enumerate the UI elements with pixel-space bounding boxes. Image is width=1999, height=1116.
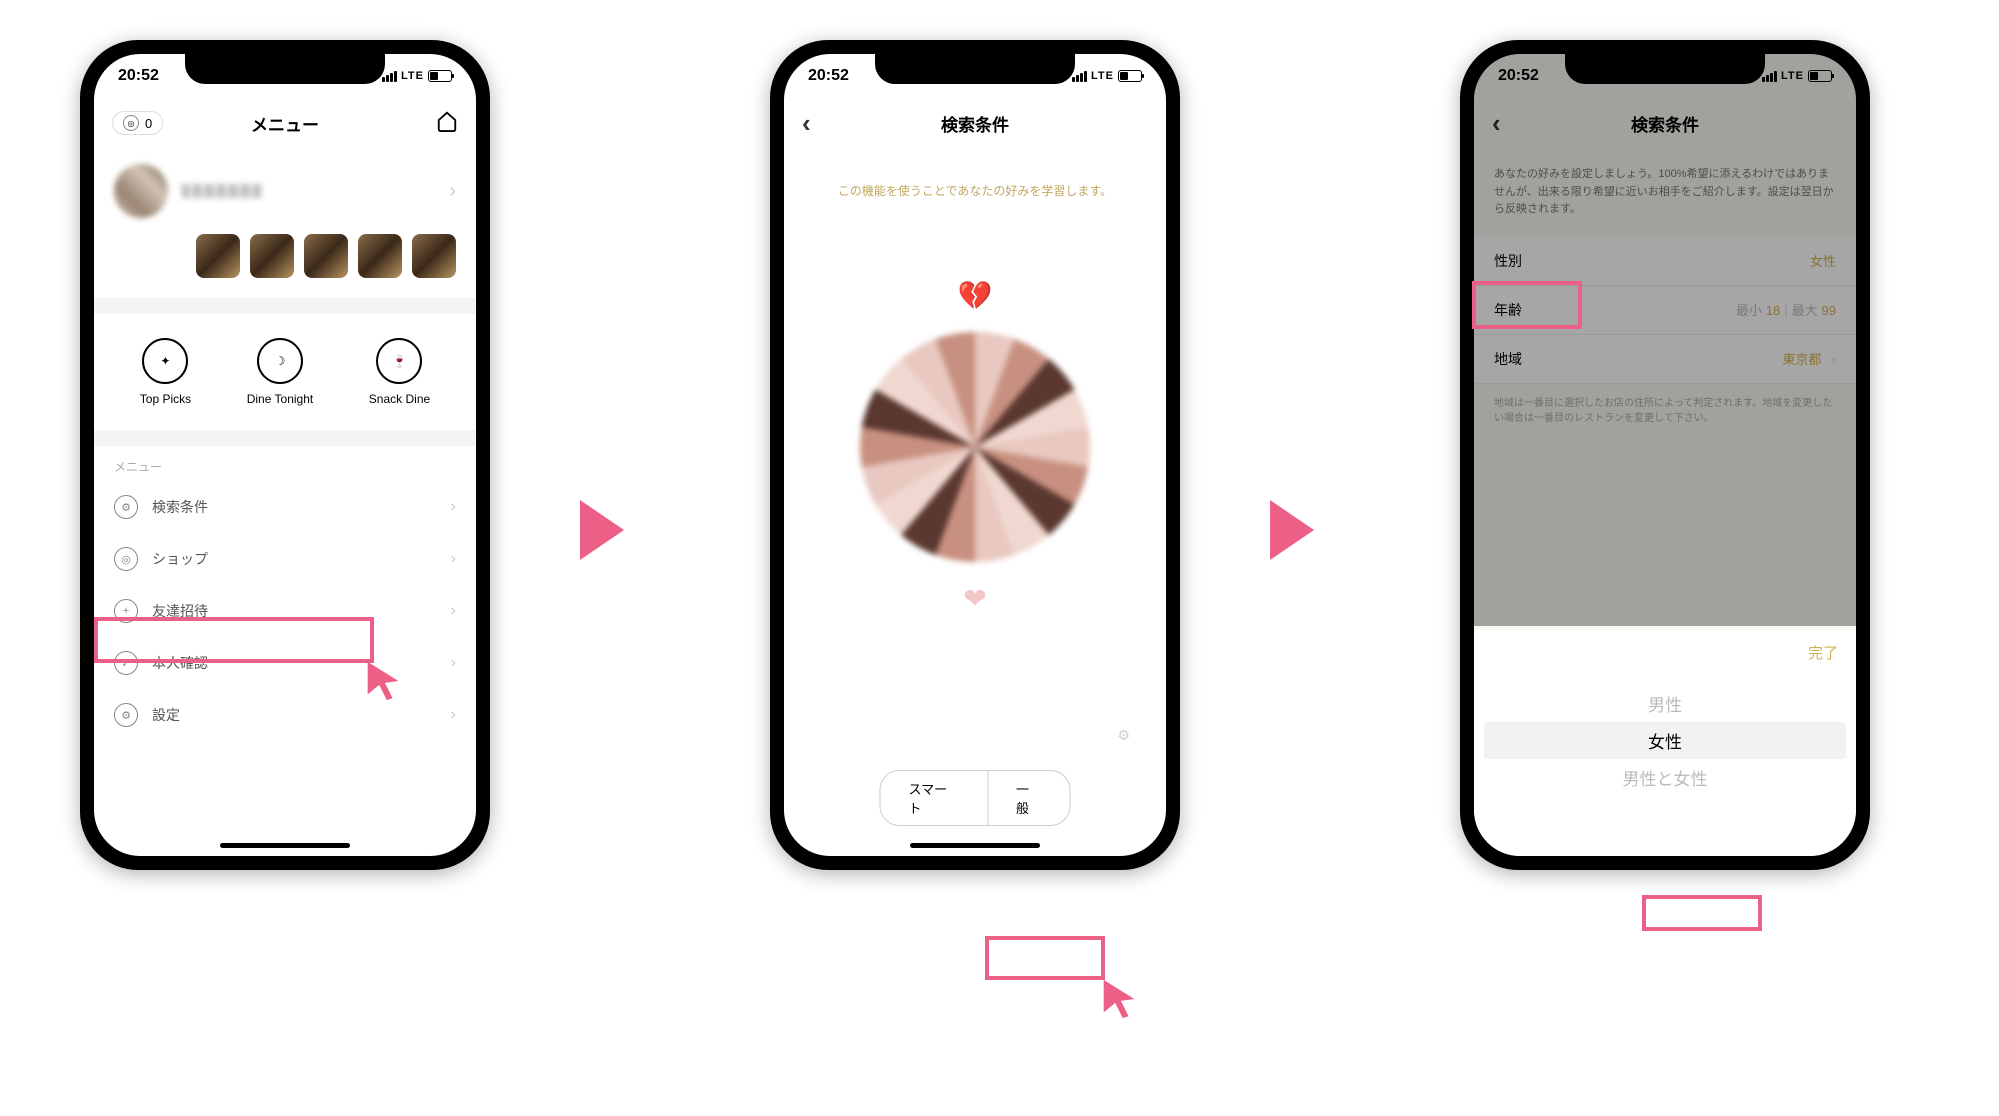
screen-menu: 20:52 LTE ◎ 0 メニュー › bbox=[94, 54, 476, 856]
menu-label: 設定 bbox=[152, 705, 180, 725]
notch bbox=[875, 54, 1075, 84]
picker-options[interactable]: 男性 女性 男性と女性 bbox=[1474, 675, 1856, 816]
notch bbox=[1565, 54, 1765, 84]
menu-item-verify[interactable]: ✓ 本人確認 › bbox=[94, 637, 476, 689]
battery-icon bbox=[428, 70, 452, 82]
cursor-icon bbox=[360, 658, 406, 709]
profile-row[interactable]: › bbox=[94, 148, 476, 234]
shop-icon: ◎ bbox=[114, 547, 138, 571]
screen-search-general: 20:52 LTE ‹ 検索条件 あなたの好みを設定しましょう。100%希望に添… bbox=[1474, 54, 1856, 856]
menu-label: 本人確認 bbox=[152, 653, 208, 673]
star-icon: ✦ bbox=[142, 338, 188, 384]
menu-label: 検索条件 bbox=[152, 497, 208, 517]
highlight-picker-both bbox=[1642, 895, 1762, 931]
filter-icon[interactable]: ⚙ bbox=[1117, 727, 1130, 744]
tab-general[interactable]: 一般 bbox=[988, 771, 1069, 825]
cursor-icon bbox=[1096, 976, 1142, 1027]
divider bbox=[94, 298, 476, 314]
section-label: メニュー bbox=[94, 446, 476, 481]
menu-item-shop[interactable]: ◎ ショップ › bbox=[94, 533, 476, 585]
chevron-right-icon: › bbox=[451, 706, 456, 724]
gender-picker: 完了 男性 女性 男性と女性 bbox=[1474, 630, 1856, 856]
action-snack-dine[interactable]: 🍷 Snack Dine bbox=[369, 338, 430, 406]
verify-icon: ✓ bbox=[114, 651, 138, 675]
avatar bbox=[114, 164, 168, 218]
status-time: 20:52 bbox=[808, 67, 849, 85]
home-icon bbox=[436, 110, 458, 132]
home-indicator[interactable] bbox=[220, 843, 350, 848]
battery-icon bbox=[1118, 70, 1142, 82]
picker-option-both[interactable]: 男性と女性 bbox=[1474, 759, 1856, 796]
home-indicator[interactable] bbox=[910, 843, 1040, 848]
home-button[interactable] bbox=[436, 110, 458, 137]
dim-overlay[interactable] bbox=[1474, 54, 1856, 626]
thumbnail-row bbox=[94, 234, 476, 298]
network-label: LTE bbox=[401, 70, 424, 82]
chevron-right-icon: › bbox=[451, 550, 456, 568]
menu-item-settings[interactable]: ⚙ 設定 › bbox=[94, 689, 476, 741]
network-label: LTE bbox=[1091, 70, 1114, 82]
page-title: 検索条件 bbox=[941, 111, 1009, 136]
action-dine-tonight[interactable]: ☽ Dine Tonight bbox=[247, 338, 314, 406]
coin-badge[interactable]: ◎ 0 bbox=[112, 111, 163, 135]
chevron-right-icon: › bbox=[451, 498, 456, 516]
tab-smart[interactable]: スマート bbox=[881, 771, 989, 825]
action-row: ✦ Top Picks ☽ Dine Tonight 🍷 Snack Dine bbox=[94, 314, 476, 430]
arrow-right-icon bbox=[580, 500, 624, 560]
page-title: メニュー bbox=[251, 111, 319, 136]
arrow-right-icon bbox=[1270, 500, 1314, 560]
divider bbox=[94, 430, 476, 446]
thumbnail[interactable] bbox=[250, 234, 294, 278]
chevron-right-icon: › bbox=[451, 654, 456, 672]
status-icons: LTE bbox=[1072, 70, 1142, 82]
picker-option-female[interactable]: 女性 bbox=[1484, 722, 1846, 759]
gear-icon: ⚙ bbox=[114, 703, 138, 727]
username bbox=[182, 184, 262, 198]
phone-search-smart: 20:52 LTE ‹ 検索条件 この機能を使うことであなたの好みを学習します。… bbox=[770, 40, 1180, 870]
screen-search-smart: 20:52 LTE ‹ 検索条件 この機能を使うことであなたの好みを学習します。… bbox=[784, 54, 1166, 856]
action-label: Snack Dine bbox=[369, 392, 430, 406]
signal-icon bbox=[1072, 71, 1087, 82]
thumbnail[interactable] bbox=[412, 234, 456, 278]
status-icons: LTE bbox=[382, 70, 452, 82]
coin-icon: ◎ bbox=[123, 115, 139, 131]
menu-label: 友達招待 bbox=[152, 601, 208, 621]
glass-icon: 🍷 bbox=[376, 338, 422, 384]
signal-icon bbox=[382, 71, 397, 82]
phone-menu: 20:52 LTE ◎ 0 メニュー › bbox=[80, 40, 490, 870]
action-top-picks[interactable]: ✦ Top Picks bbox=[140, 338, 191, 406]
description: この機能を使うことであなたの好みを学習します。 bbox=[784, 148, 1166, 209]
menu-label: ショップ bbox=[152, 549, 208, 569]
thumbnail[interactable] bbox=[358, 234, 402, 278]
profile-photo[interactable] bbox=[860, 332, 1090, 562]
highlight-general-tab bbox=[985, 936, 1105, 980]
moon-icon: ☽ bbox=[257, 338, 303, 384]
action-label: Top Picks bbox=[140, 392, 191, 406]
sliders-icon: ⚙ bbox=[114, 495, 138, 519]
picker-toolbar: 完了 bbox=[1474, 630, 1856, 675]
status-time: 20:52 bbox=[118, 67, 159, 85]
picker-done-button[interactable]: 完了 bbox=[1808, 642, 1838, 663]
phone-search-general: 20:52 LTE ‹ 検索条件 あなたの好みを設定しましょう。100%希望に添… bbox=[1460, 40, 1870, 870]
thumbnail[interactable] bbox=[304, 234, 348, 278]
chevron-right-icon: › bbox=[449, 180, 456, 203]
action-label: Dine Tonight bbox=[247, 392, 314, 406]
header: ◎ 0 メニュー bbox=[94, 98, 476, 148]
invite-icon: + bbox=[114, 599, 138, 623]
back-button[interactable]: ‹ bbox=[802, 108, 811, 139]
coin-count: 0 bbox=[145, 116, 152, 131]
notch bbox=[185, 54, 385, 84]
tab-row: スマート 一般 bbox=[880, 770, 1071, 826]
menu-item-search[interactable]: ⚙ 検索条件 › bbox=[94, 481, 476, 533]
broken-heart-icon[interactable]: 💔 bbox=[784, 279, 1166, 312]
heart-icon[interactable]: ❤ bbox=[784, 582, 1166, 615]
menu-item-invite[interactable]: + 友達招待 › bbox=[94, 585, 476, 637]
chevron-right-icon: › bbox=[451, 602, 456, 620]
header: ‹ 検索条件 bbox=[784, 98, 1166, 148]
picker-option-male[interactable]: 男性 bbox=[1474, 685, 1856, 722]
thumbnail[interactable] bbox=[196, 234, 240, 278]
